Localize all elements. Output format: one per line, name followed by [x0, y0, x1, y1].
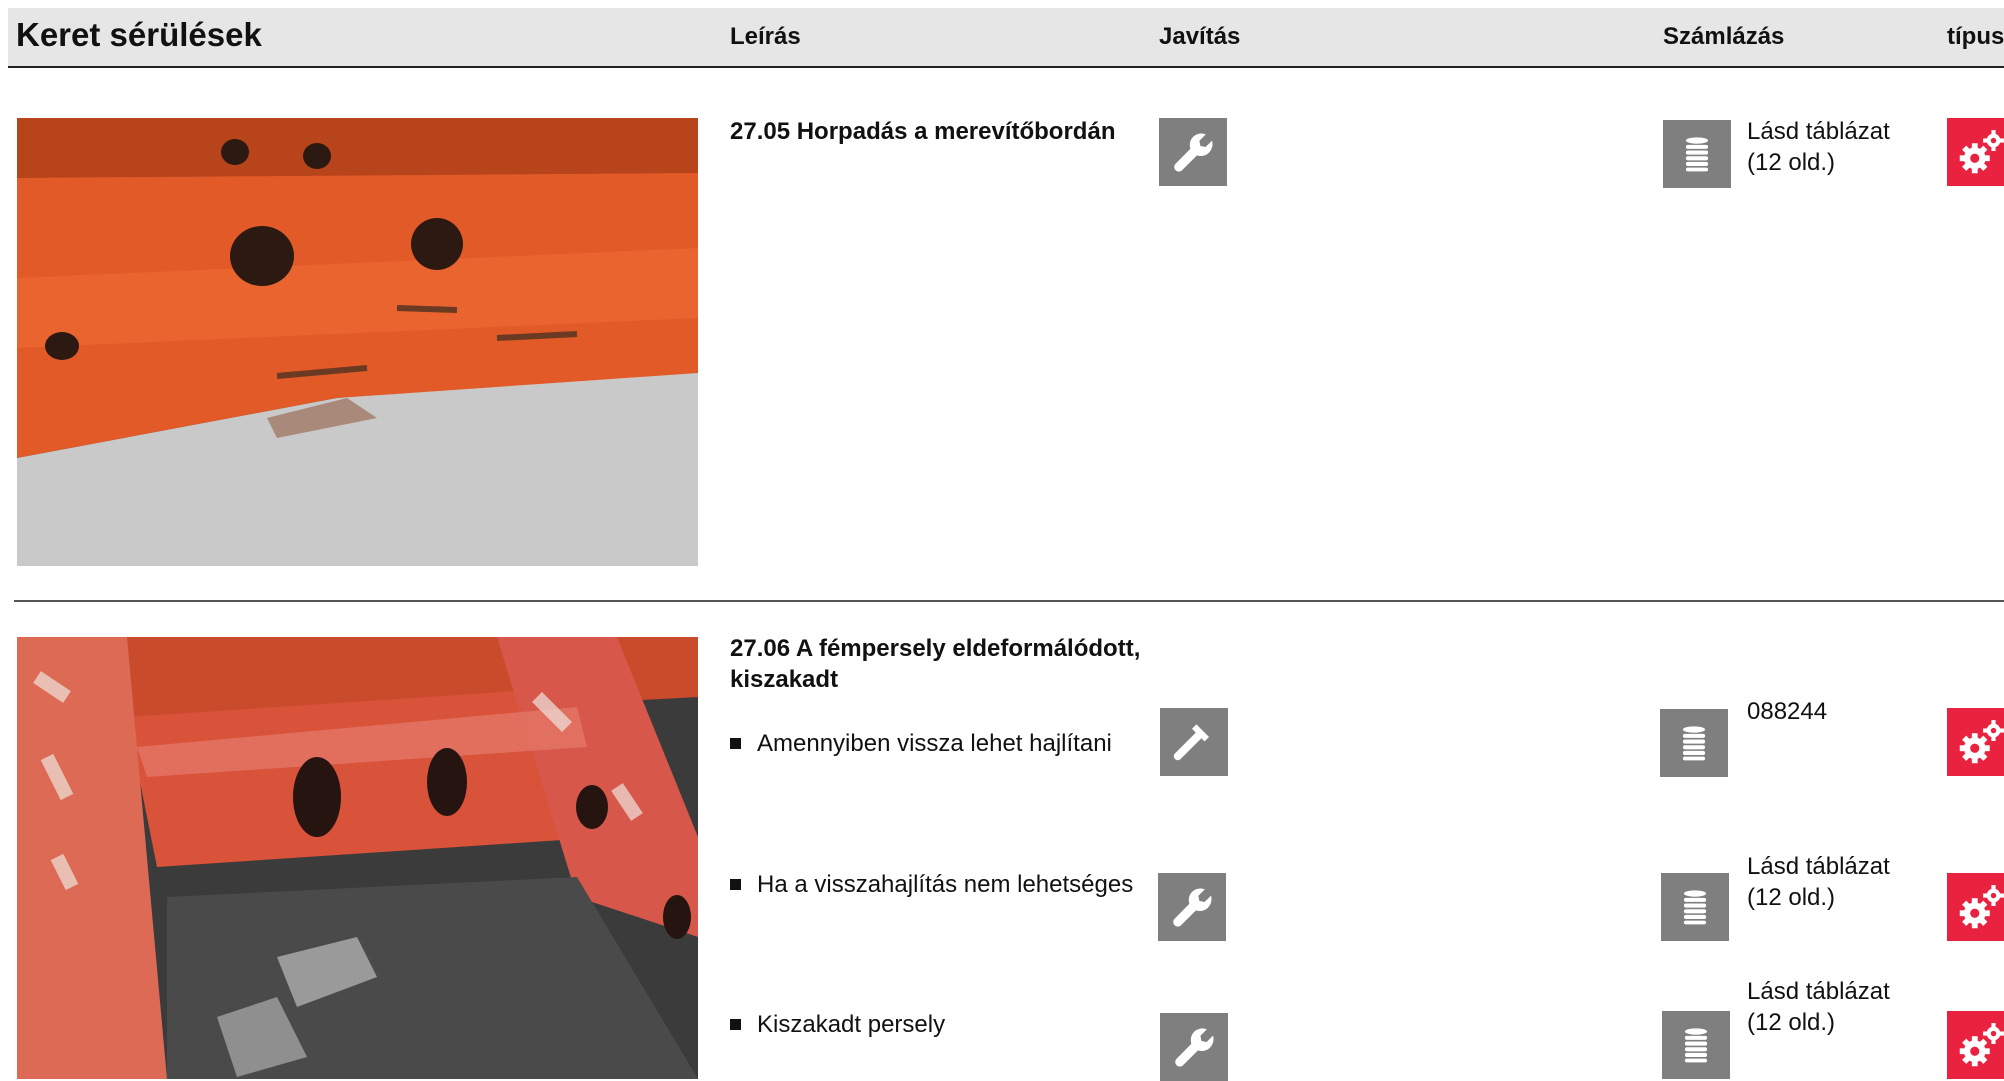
section-title: 27.05 Horpadás a merevítőbordán [730, 118, 1116, 145]
gears-icon [1947, 118, 2004, 186]
billing-note: 088244 [1747, 698, 1828, 725]
gears-icon [1947, 708, 2004, 776]
billing-note: Lásd táblázat (12 old.) [1747, 853, 1890, 911]
list-item: Ha a visszahajlítás nem lehetséges [730, 871, 1133, 899]
section-divider [14, 600, 2004, 602]
list-item: Amennyiben vissza lehet hajlítani [730, 730, 1112, 758]
damage-photo-dent [17, 118, 698, 566]
wrench-icon [1158, 873, 1226, 941]
coin-stack-icon [1661, 873, 1729, 941]
column-header-repair: Javítás [1159, 23, 1241, 50]
coin-stack-icon [1662, 1011, 1730, 1079]
gears-icon [1947, 1011, 2004, 1079]
coin-stack-icon [1663, 120, 1731, 188]
section-title: 27.06 A fémpersely eldeformálódott, kisz… [730, 635, 1141, 693]
list-item: Kiszakadt persely [730, 1011, 945, 1039]
column-header-billing: Számlázás [1663, 23, 1785, 50]
hammer-icon [1160, 708, 1228, 776]
billing-note: Lásd táblázat (12 old.) [1747, 978, 1890, 1036]
column-header-type: típus [1947, 23, 2004, 50]
column-header-description: Leírás [730, 23, 801, 50]
wrench-icon [1159, 118, 1227, 186]
damage-photo-bushing [17, 637, 698, 1079]
wrench-icon [1160, 1013, 1228, 1081]
billing-note: Lásd táblázat (12 old.) [1747, 118, 1890, 176]
page-title: Keret sérülések [16, 16, 262, 53]
gears-icon [1947, 873, 2004, 941]
coin-stack-icon [1660, 709, 1728, 777]
